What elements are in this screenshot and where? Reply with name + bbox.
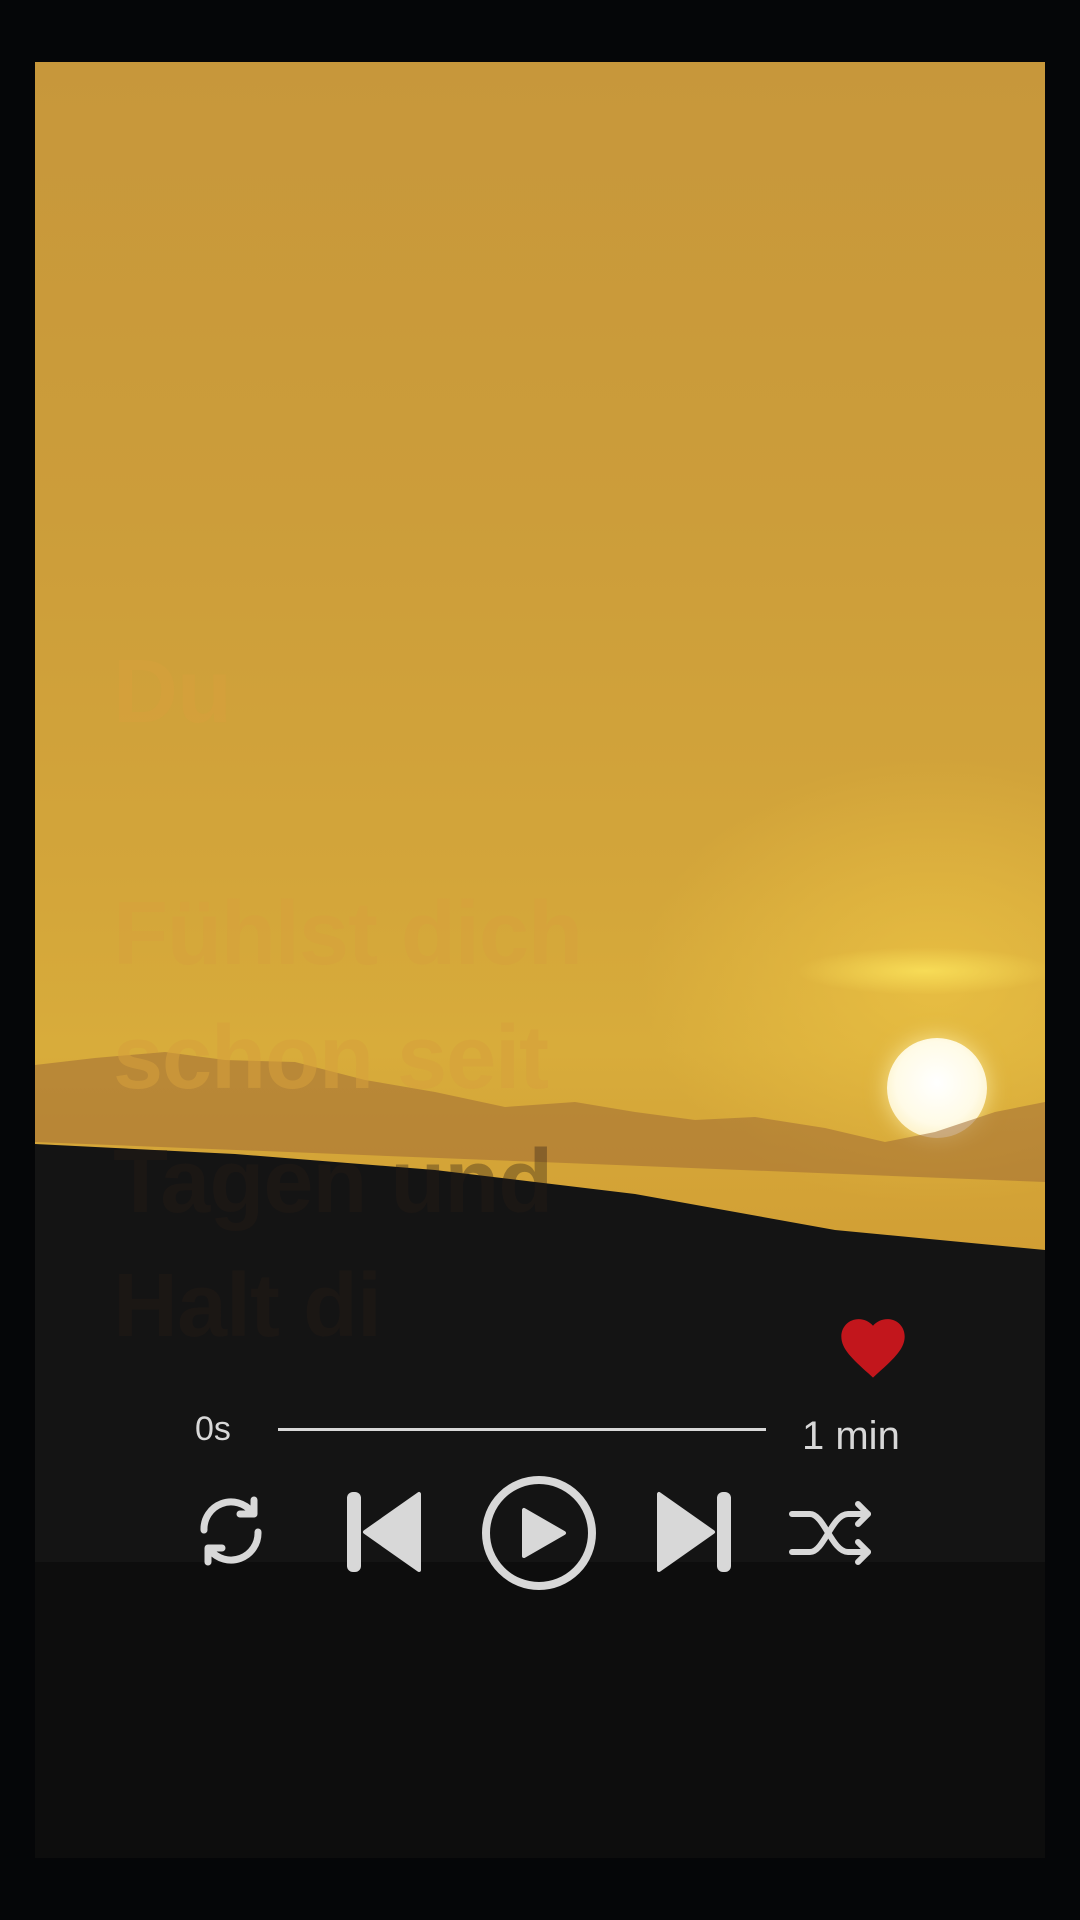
play-icon: [482, 1476, 596, 1590]
lyric-line-2: Fühlst dich: [113, 884, 583, 984]
repeat-icon[interactable]: [190, 1490, 272, 1572]
skip-previous-icon[interactable]: [345, 1490, 423, 1574]
lyric-line-4: Tagen und: [113, 1132, 553, 1232]
heart-icon[interactable]: [835, 1310, 911, 1382]
lyric-line-5: Halt di: [113, 1256, 382, 1356]
lyric-line-1: Du: [113, 642, 232, 742]
music-story-screen: Du Fühlst dich schon seit Tagen und Halt…: [0, 0, 1080, 1920]
lyrics-overlay: Du Fühlst dich schon seit Tagen und Halt…: [113, 630, 773, 1368]
shuffle-icon[interactable]: [788, 1498, 876, 1568]
elapsed-time: 0s: [195, 1410, 231, 1448]
play-button[interactable]: [480, 1474, 598, 1592]
total-time: 1 min: [802, 1414, 900, 1458]
skip-next-icon[interactable]: [655, 1490, 733, 1574]
lyric-line-3: schon seit: [113, 1008, 549, 1108]
progress-bar[interactable]: [278, 1428, 766, 1431]
